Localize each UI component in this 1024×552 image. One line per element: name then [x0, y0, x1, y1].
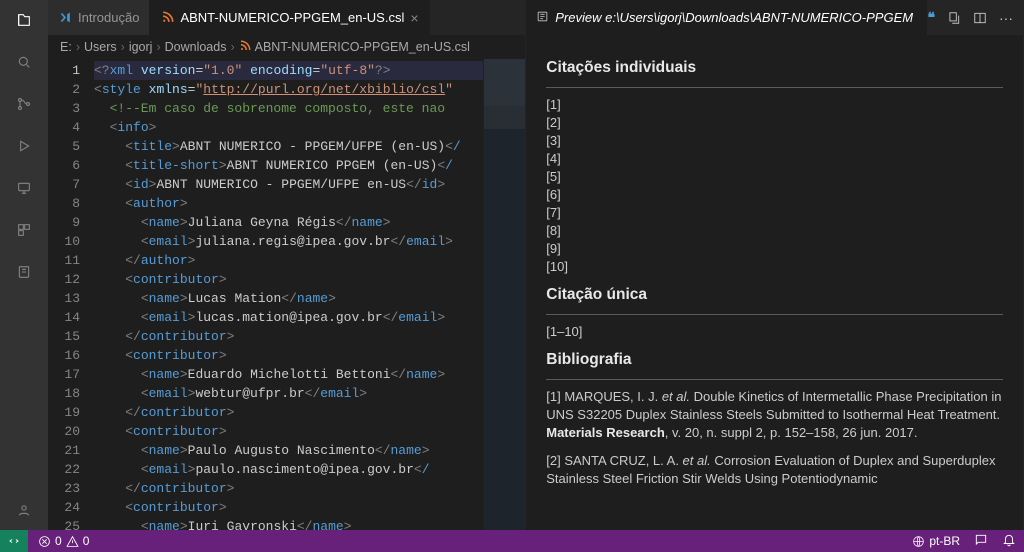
bibliography-entry: [1] MARQUES, I. J. et al. Double Kinetic…	[546, 388, 1003, 442]
activity-bar	[0, 0, 48, 530]
run-debug-icon[interactable]	[12, 134, 36, 158]
citation-item: [8]	[546, 222, 1003, 240]
source-control-icon[interactable]	[12, 92, 36, 116]
editor-left: Introdução ABNT-NUMERICO-PPGEM_en-US.csl…	[48, 0, 526, 530]
preview-icon	[536, 10, 549, 26]
heading-single: Citação única	[546, 286, 1003, 304]
breadcrumb-seg[interactable]: Users	[84, 40, 117, 54]
citation-item: [5]	[546, 168, 1003, 186]
line-gutter: 1234567891011121314151617181920212223242…	[48, 59, 94, 530]
divider	[546, 314, 1003, 315]
tab-bar-right: Preview e:\Users\igorj\Downloads\ABNT-NU…	[526, 0, 1023, 35]
divider	[546, 87, 1003, 88]
more-icon[interactable]: ···	[999, 9, 1013, 26]
status-bell-icon[interactable]	[1002, 533, 1016, 550]
rss-icon	[160, 11, 174, 25]
close-icon[interactable]: ×	[410, 10, 418, 26]
tab-csl-file[interactable]: ABNT-NUMERICO-PPGEM_en-US.csl ×	[150, 0, 429, 35]
breadcrumb-seg[interactable]: E:	[60, 40, 72, 54]
citation-item: [6]	[546, 186, 1003, 204]
citation-item: [1]	[546, 96, 1003, 114]
citation-item: [9]	[546, 240, 1003, 258]
breadcrumb-seg[interactable]: igorj	[129, 40, 153, 54]
heading-bibliography: Bibliografia	[546, 351, 1003, 369]
search-icon[interactable]	[12, 50, 36, 74]
status-bar: 0 0 pt-BR	[0, 530, 1024, 552]
go-to-file-icon[interactable]	[947, 9, 961, 26]
tab-label: Preview e:\Users\igorj\Downloads\ABNT-NU…	[555, 10, 913, 25]
remote-explorer-icon[interactable]	[12, 176, 36, 200]
divider	[546, 379, 1003, 380]
status-language[interactable]: pt-BR	[912, 534, 960, 548]
tab-introducao[interactable]: Introdução	[48, 0, 150, 35]
split-editor-icon[interactable]	[973, 9, 987, 26]
citation-ext-icon[interactable]	[12, 260, 36, 284]
breadcrumb[interactable]: E:› Users› igorj› Downloads› ABNT-NUMERI…	[48, 35, 525, 59]
single-citation: [1–10]	[546, 323, 1003, 341]
vscode-icon	[58, 11, 72, 25]
bibliography-list: [1] MARQUES, I. J. et al. Double Kinetic…	[546, 388, 1003, 488]
tab-bar-left: Introdução ABNT-NUMERICO-PPGEM_en-US.csl…	[48, 0, 525, 35]
remote-indicator[interactable]	[0, 530, 28, 552]
preview-body[interactable]: Citações individuais [1][2][3][4][5][6][…	[526, 35, 1023, 530]
explorer-icon[interactable]	[12, 8, 36, 32]
rss-icon	[239, 40, 251, 55]
breadcrumb-seg[interactable]: ABNT-NUMERICO-PPGEM_en-US.csl	[255, 40, 470, 54]
status-problems[interactable]: 0 0	[38, 534, 89, 548]
bibliography-entry: [2] SANTA CRUZ, L. A. et al. Corrosion E…	[546, 452, 1003, 488]
heading-individual: Citações individuais	[546, 59, 1003, 77]
individual-citations-list: [1][2][3][4][5][6][7][8][9][10]	[546, 96, 1003, 276]
tab-label: Introdução	[78, 10, 139, 25]
status-feedback-icon[interactable]	[974, 533, 988, 550]
minimap[interactable]	[483, 59, 525, 530]
citation-item: [10]	[546, 258, 1003, 276]
citation-item: [4]	[546, 150, 1003, 168]
code-editor[interactable]: 1234567891011121314151617181920212223242…	[48, 59, 525, 530]
citation-item: [7]	[546, 204, 1003, 222]
accounts-icon[interactable]	[12, 498, 36, 522]
citation-item: [2]	[546, 114, 1003, 132]
tab-preview[interactable]: Preview e:\Users\igorj\Downloads\ABNT-NU…	[526, 0, 927, 35]
editor-right: Preview e:\Users\igorj\Downloads\ABNT-NU…	[526, 0, 1024, 530]
quote-icon[interactable]: ❝	[927, 9, 935, 26]
citation-item: [3]	[546, 132, 1003, 150]
tab-label: ABNT-NUMERICO-PPGEM_en-US.csl	[180, 10, 404, 25]
extensions-icon[interactable]	[12, 218, 36, 242]
breadcrumb-seg[interactable]: Downloads	[165, 40, 227, 54]
code-lines[interactable]: <?xml version="1.0" encoding="utf-8"?><s…	[94, 59, 483, 530]
